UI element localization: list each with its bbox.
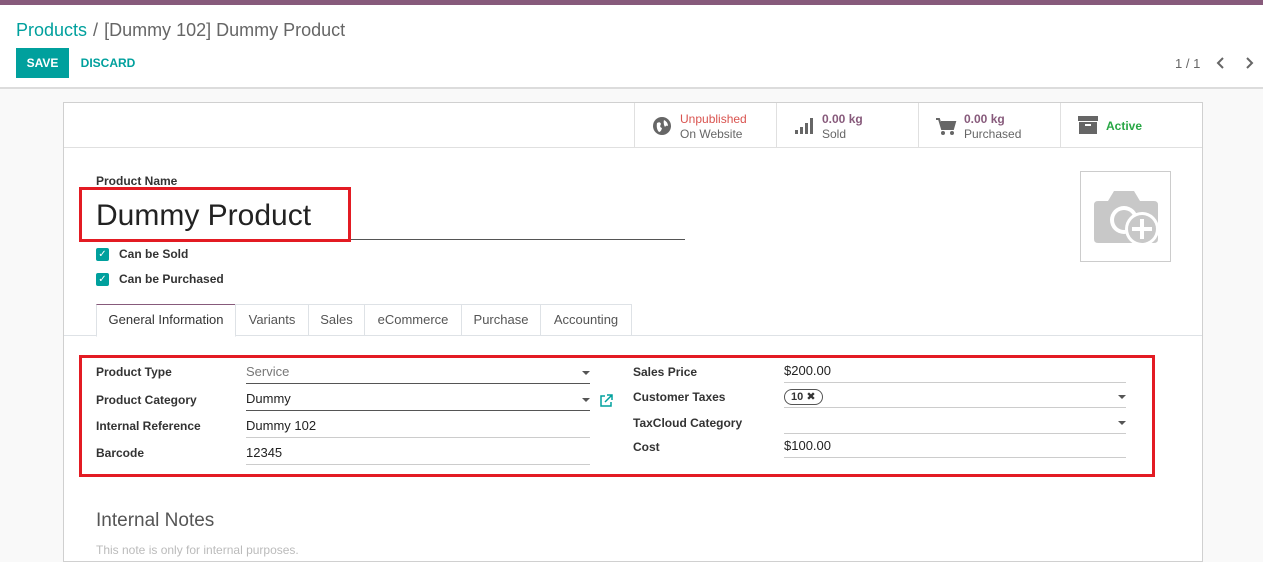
product-type-label: Product Type <box>96 365 172 379</box>
can-be-sold-checkbox[interactable]: ✓ <box>96 248 109 261</box>
cost-label: Cost <box>633 440 660 454</box>
tax-tag: 10 ✖ <box>784 389 823 405</box>
globe-icon <box>651 115 673 137</box>
save-button[interactable]: SAVE <box>16 48 69 78</box>
product-image-upload[interactable] <box>1080 171 1171 262</box>
sold-button[interactable]: 0.00 kg Sold <box>776 103 918 148</box>
cost-input[interactable]: $100.00 <box>784 436 1126 458</box>
product-category-label: Product Category <box>96 393 197 407</box>
purchased-button[interactable]: 0.00 kg Purchased <box>918 103 1060 148</box>
website-published-button[interactable]: Unpublished On Website <box>634 103 776 148</box>
control-panel: Products / [Dummy 102] Dummy Product SAVE … <box>0 5 1263 89</box>
shopping-cart-icon <box>935 115 957 137</box>
sold-value: 0.00 kg <box>822 112 863 126</box>
can-be-purchased-label: Can be Purchased <box>119 272 224 286</box>
pager-value[interactable]: 1 / 1 <box>1175 56 1200 71</box>
internal-reference-input[interactable]: Dummy 102 <box>246 416 590 438</box>
external-link-icon[interactable] <box>599 394 613 408</box>
breadcrumb-products-link[interactable]: Products <box>16 20 87 40</box>
pager-next-icon[interactable] <box>1242 54 1256 72</box>
sales-price-input[interactable]: $200.00 <box>784 361 1126 383</box>
archive-icon <box>1077 114 1099 136</box>
tab-sales[interactable]: Sales <box>308 304 365 336</box>
chevron-down-icon <box>582 371 590 375</box>
chevron-down-icon <box>582 398 590 402</box>
internal-notes-title: Internal Notes <box>96 510 215 531</box>
breadcrumb-separator: / <box>93 20 99 40</box>
taxcloud-category-select[interactable] <box>784 412 1126 434</box>
sold-label: Sold <box>822 127 847 141</box>
camera-add-icon <box>1090 187 1162 252</box>
breadcrumb: Products / [Dummy 102] Dummy Product <box>16 20 345 41</box>
active-toggle-button[interactable]: Active <box>1060 103 1202 148</box>
pager-previous-icon[interactable] <box>1214 54 1228 72</box>
product-name-input[interactable]: Dummy Product <box>96 192 685 240</box>
breadcrumb-current: [Dummy 102] Dummy Product <box>104 20 346 40</box>
tag-remove-icon[interactable]: ✖ <box>806 391 815 403</box>
product-type-select[interactable]: Service <box>246 362 590 384</box>
discard-button[interactable]: DISCARD <box>74 48 142 78</box>
barcode-label: Barcode <box>96 446 145 460</box>
product-type-value: Service <box>246 364 290 379</box>
internal-reference-label: Internal Reference <box>96 419 201 433</box>
website-status-label: On Website <box>680 127 743 141</box>
product-category-value: Dummy <box>246 391 291 406</box>
tab-purchase[interactable]: Purchase <box>461 304 541 336</box>
product-category-select[interactable]: Dummy <box>246 389 590 411</box>
cost-value: 100.00 <box>791 438 831 453</box>
product-name-label: Product Name <box>96 174 178 188</box>
bar-chart-icon <box>793 115 815 137</box>
website-status-value: Unpublished <box>680 112 747 126</box>
can-be-purchased-checkbox[interactable]: ✓ <box>96 273 109 286</box>
taxcloud-category-label: TaxCloud Category <box>633 416 743 430</box>
customer-taxes-input[interactable]: 10 ✖ <box>784 386 1126 408</box>
chevron-down-icon <box>1118 421 1126 425</box>
form-sheet: Unpublished On Website 0.00 kg Sold 0.00… <box>63 102 1203 562</box>
stat-button-box: Unpublished On Website 0.00 kg Sold 0.00… <box>64 103 1202 148</box>
internal-notes-placeholder[interactable]: This note is only for internal purposes. <box>96 543 299 557</box>
sales-price-label: Sales Price <box>633 365 698 379</box>
barcode-input[interactable]: 12345 <box>246 443 590 465</box>
tab-ecommerce[interactable]: eCommerce <box>364 304 462 336</box>
customer-taxes-label: Customer Taxes <box>633 390 726 404</box>
chevron-down-icon <box>1118 395 1126 399</box>
tab-general-information[interactable]: General Information <box>96 304 236 337</box>
active-status: Active <box>1106 119 1143 133</box>
purchased-value: 0.00 kg <box>964 112 1005 126</box>
tab-variants[interactable]: Variants <box>235 304 309 336</box>
purchased-label: Purchased <box>964 127 1022 141</box>
tab-accounting[interactable]: Accounting <box>540 304 632 336</box>
can-be-sold-label: Can be Sold <box>119 247 189 261</box>
sales-price-value: 200.00 <box>791 363 831 378</box>
tax-tag-label: 10 <box>791 391 804 403</box>
